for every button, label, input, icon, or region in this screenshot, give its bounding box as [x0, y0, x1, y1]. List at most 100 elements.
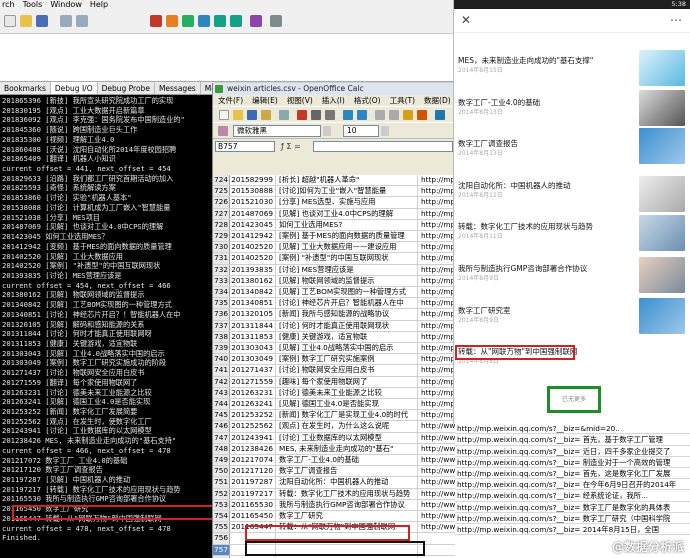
- row-header[interactable]: 725: [213, 186, 230, 197]
- table-row[interactable]: 739 201303043 [见解] 工业4.0战略落实中国的启示 http://mp: [213, 343, 455, 355]
- cell-url[interactable]: http://www: [419, 455, 455, 465]
- cell-url[interactable]: http://mp: [419, 265, 455, 275]
- stop-icon[interactable]: [166, 15, 178, 27]
- feed-thumbnail-image[interactable]: [639, 128, 685, 164]
- font-name-select[interactable]: 微软雅黑: [233, 125, 321, 137]
- calc-menu-file[interactable]: 文件(F): [218, 95, 243, 106]
- open-folder-icon[interactable]: [20, 15, 32, 27]
- cell-url[interactable]: http://mp: [419, 332, 455, 342]
- table-row[interactable]: 743 201263231 [讨论] 德美未来工业能源之比较 http://mp: [213, 387, 455, 399]
- cell-title[interactable]: [见解] 工业大数据应用——建设应用: [277, 242, 418, 253]
- cell-url[interactable]: http://mp: [419, 309, 455, 319]
- row-header[interactable]: 741: [213, 365, 230, 376]
- table-row[interactable]: 736 201320105 [新闻] 我所与感知能源的战略协议 http://mp: [213, 309, 455, 321]
- ide-menu-item[interactable]: Tools: [23, 0, 43, 10]
- save-icon[interactable]: [247, 110, 257, 120]
- cell-url[interactable]: http://mp: [419, 242, 455, 252]
- row-header[interactable]: 737: [213, 320, 230, 331]
- row-header[interactable]: 734: [213, 287, 230, 298]
- debug-icon[interactable]: [198, 15, 210, 27]
- row-header[interactable]: 743: [213, 387, 230, 398]
- calc-titlebar[interactable]: weixin articles.csv - OpenOffice Calc: [213, 83, 455, 95]
- table-row[interactable]: 741 201271437 [讨论] 物联网安全应用白皮书 http://mp: [213, 365, 455, 377]
- cell-id[interactable]: 201521030: [231, 197, 276, 208]
- tab-bookmarks[interactable]: Bookmarks: [0, 82, 51, 94]
- cell-id[interactable]: 201340851: [231, 298, 276, 309]
- cell-title[interactable]: 转载：数字化工厂技术的应用现状与趋势: [277, 488, 418, 499]
- cell-title[interactable]: [观点] 在发生时，为什么这么说呢: [277, 421, 418, 432]
- cell-title[interactable]: 数字工厂研究: [277, 511, 418, 522]
- cell-id[interactable]: 201271559: [231, 376, 276, 387]
- print-preview-icon[interactable]: [325, 110, 335, 120]
- font-dropdown-chevron-icon[interactable]: [323, 126, 331, 136]
- table-row[interactable]: 742 201271559 [趣味] 每个家使用物联网了 http://mp: [213, 376, 455, 388]
- cell-id[interactable]: 201271437: [231, 365, 276, 376]
- cell-url[interactable]: http://www: [419, 466, 455, 476]
- cell-id[interactable]: 201238426: [231, 443, 276, 454]
- tab-debug-probe[interactable]: Debug Probe: [98, 82, 155, 94]
- table-row[interactable]: 737 201311844 [讨论] 何时才能真正使用联网现状 http://mp: [213, 320, 455, 332]
- cell-title[interactable]: 数字工厂-工业4.0的基础: [277, 455, 418, 466]
- table-row[interactable]: 728 201423045 如何工业选用MES? http://mp: [213, 219, 455, 231]
- cell-url[interactable]: http://www: [419, 433, 455, 443]
- cell-title[interactable]: [讨论] 神经芯片开启？智能机器人在中: [277, 298, 418, 309]
- cell-url[interactable]: http://mp: [419, 377, 455, 387]
- cell-url[interactable]: http://mp: [419, 253, 455, 263]
- cell-url[interactable]: http://www: [419, 500, 455, 510]
- cell-title[interactable]: [新闻] 数字化工厂是实现工业4.0的时代: [277, 410, 418, 421]
- cell-id[interactable]: 201165450: [231, 511, 276, 522]
- cell-title[interactable]: [案例] 基于MES的面向数据的质量管理: [277, 231, 418, 242]
- calc-menu-view[interactable]: 视图(V): [287, 95, 313, 106]
- cell-url[interactable]: http://mp: [419, 231, 455, 241]
- table-row[interactable]: 726 201521030 [分享] MES选型、实施与应用 http://mp: [213, 197, 455, 209]
- cell-id[interactable]: 201423045: [231, 219, 276, 230]
- cell-id[interactable]: 201530888: [231, 186, 276, 197]
- table-row[interactable]: 735 201340851 [讨论] 神经芯片开启？智能机器人在中 http://mp: [213, 298, 455, 310]
- row-header[interactable]: 751: [213, 477, 230, 488]
- cell-title[interactable]: [讨论]如何为工业"嵌入"智慧能量: [277, 186, 418, 197]
- feed-thumbnail-image[interactable]: [639, 215, 685, 251]
- search-icon[interactable]: [270, 15, 282, 27]
- ide-editor-area[interactable]: [0, 34, 455, 82]
- feed-thumbnail-image[interactable]: [639, 90, 685, 126]
- cell-url[interactable]: http://www: [419, 421, 455, 431]
- table-row[interactable]: 745 201253252 [新闻] 数字化工厂是实现工业4.0的时代 http://…: [213, 410, 455, 422]
- cell-url[interactable]: http://www: [419, 444, 455, 454]
- cell-id[interactable]: 201340842: [231, 287, 276, 298]
- calc-menu-tools[interactable]: 工具(T): [390, 95, 415, 106]
- feed-thumbnail-image[interactable]: [639, 50, 685, 86]
- cell-title[interactable]: 沈阳自动化所：中国机器人的推动: [277, 477, 418, 488]
- cell-title[interactable]: 如何工业选用MES?: [277, 219, 418, 230]
- table-row[interactable]: 732 201393835 [讨论] MES营理应该是 http://mp: [213, 264, 455, 276]
- undo-icon[interactable]: [435, 110, 445, 120]
- row-header[interactable]: 750: [213, 466, 230, 477]
- row-header[interactable]: 747: [213, 432, 230, 443]
- cell-title[interactable]: [析长] 超越"机器人革命": [277, 175, 418, 186]
- ide-menu-item[interactable]: Help: [90, 0, 108, 10]
- calc-menu-format[interactable]: 格式(O): [354, 95, 381, 106]
- build-icon[interactable]: [150, 15, 162, 27]
- cell-title[interactable]: [新闻] 我所与感知能源的战略协议: [277, 309, 418, 320]
- ide-menu-item[interactable]: rch: [2, 0, 15, 10]
- cell-title[interactable]: [讨论] 工业数据库的以太网模型: [277, 432, 418, 443]
- cell-url[interactable]: http://mp: [419, 197, 455, 207]
- cell-title[interactable]: [讨论] 德美未来工业能源之比较: [277, 387, 418, 398]
- calc-menu-edit[interactable]: 编辑(E): [252, 95, 278, 106]
- table-row[interactable]: 729 201412942 [案例] 基于MES的面向数据的质量管理 http://m…: [213, 231, 455, 243]
- cell-id[interactable]: 201263241: [231, 399, 276, 410]
- row-header[interactable]: 726: [213, 197, 230, 208]
- table-row[interactable]: 744 201263241 [见解] 德国工业4.0是否能实现 http://mp: [213, 399, 455, 411]
- paste-icon[interactable]: [403, 110, 413, 120]
- styles-icon[interactable]: [218, 126, 228, 136]
- cell-id[interactable]: 201320105: [231, 309, 276, 320]
- cell-title[interactable]: MES, 未来制造业走向成功的"基石": [277, 443, 418, 454]
- cell-id[interactable]: 201582999: [231, 175, 276, 186]
- table-row[interactable]: 751201197287沈阳自动化所：中国机器人的推动http://www: [213, 477, 455, 489]
- row-header[interactable]: 754: [213, 511, 230, 522]
- new-file-icon[interactable]: [4, 15, 16, 27]
- row-header[interactable]: 749: [213, 455, 230, 466]
- cell-url[interactable]: http://mp: [419, 399, 455, 409]
- spreadsheet-grid[interactable]: 724 201582999 [析长] 超越"机器人革命" http://mp 725 20…: [213, 175, 455, 558]
- formula-input[interactable]: [313, 141, 453, 152]
- feed-thumbnail-image[interactable]: [639, 257, 685, 293]
